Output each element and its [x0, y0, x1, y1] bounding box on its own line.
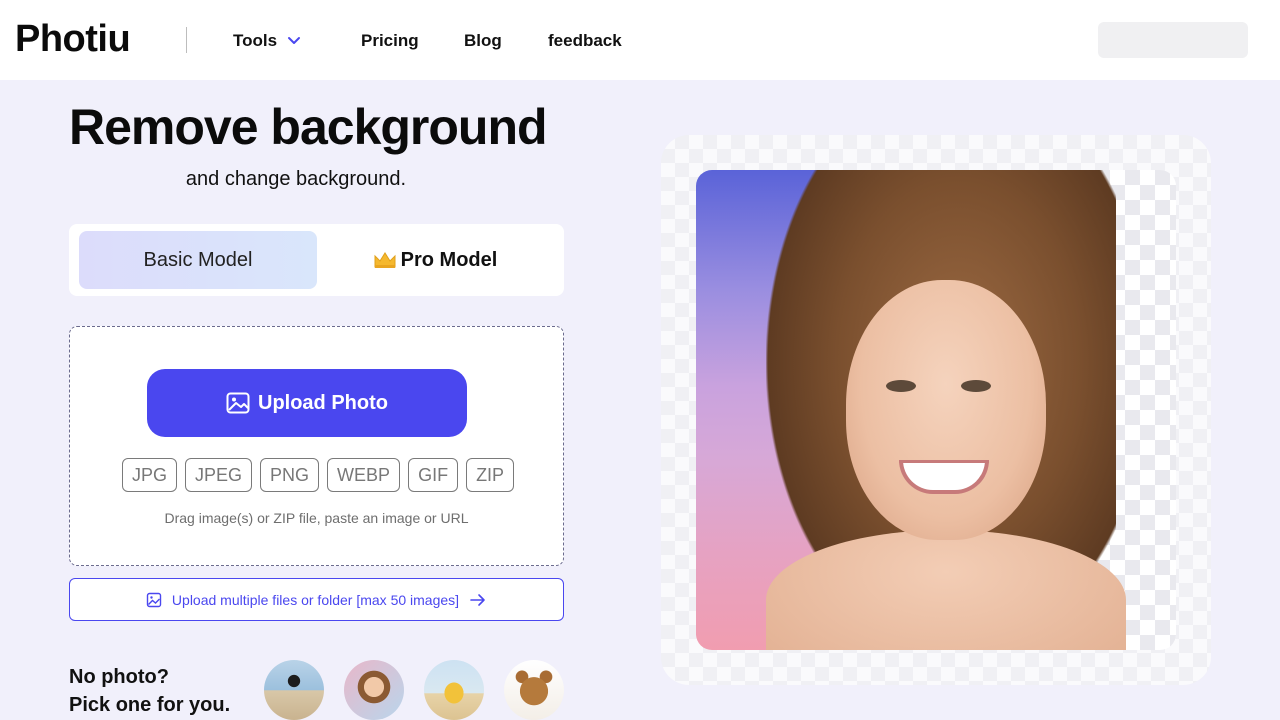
- sample-images: [264, 660, 564, 720]
- sample-image-portrait[interactable]: [344, 660, 404, 720]
- nav-feedback[interactable]: feedback: [548, 31, 622, 51]
- upload-dropzone[interactable]: Upload Photo JPG JPEG PNG WEBP GIF ZIP D…: [69, 326, 564, 566]
- format-chip: GIF: [408, 458, 459, 492]
- preview-eye: [961, 380, 991, 392]
- header-divider: [186, 27, 187, 53]
- format-list: JPG JPEG PNG WEBP GIF ZIP: [122, 458, 515, 492]
- arrow-right-icon: [470, 593, 485, 606]
- nav-blog[interactable]: Blog: [464, 31, 502, 51]
- sample-prompt: No photo? Pick one for you.: [69, 663, 230, 719]
- sample-prompt-line1: No photo?: [69, 666, 169, 688]
- basic-model-button[interactable]: Basic Model: [79, 231, 317, 289]
- sample-prompt-line2: Pick one for you.: [69, 694, 231, 716]
- upload-photo-button[interactable]: Upload Photo: [147, 369, 467, 437]
- multi-upload-label: Upload multiple files or folder [max 50 …: [171, 591, 460, 608]
- page-subtitle: and change background.: [185, 168, 407, 190]
- batch-image-icon: [146, 592, 162, 607]
- multi-upload-button[interactable]: Upload multiple files or folder [max 50 …: [69, 578, 564, 621]
- sample-image-bus[interactable]: [424, 660, 484, 720]
- chevron-down-icon: [288, 37, 301, 44]
- preview-image: [696, 170, 1176, 650]
- site-header: Photiu Tools Pricing Blog feedback: [0, 0, 1280, 80]
- preview-face: [846, 280, 1046, 540]
- model-switch: Basic Model Pro Model: [69, 224, 564, 296]
- format-chip: JPG: [122, 458, 178, 492]
- format-chip: JPEG: [185, 458, 253, 492]
- format-chip: PNG: [260, 458, 320, 492]
- account-placeholder[interactable]: [1098, 22, 1248, 58]
- logo[interactable]: Photiu: [15, 18, 131, 61]
- format-chip: WEBP: [327, 458, 401, 492]
- drag-hint: Drag image(s) or ZIP file, paste an imag…: [164, 510, 469, 526]
- image-icon: [226, 392, 250, 414]
- pro-model-button[interactable]: Pro Model: [316, 231, 554, 289]
- page-title: Remove background: [69, 99, 548, 155]
- upload-photo-label: Upload Photo: [258, 391, 388, 414]
- sample-image-teddy-bear[interactable]: [504, 660, 564, 720]
- crown-icon: [374, 252, 396, 268]
- nav-tools-label: Tools: [233, 31, 278, 50]
- sample-image-beach-woman[interactable]: [264, 660, 324, 720]
- nav-pricing[interactable]: Pricing: [361, 31, 419, 51]
- nav-tools[interactable]: Tools: [233, 31, 301, 51]
- pro-model-label: Pro Model: [400, 248, 498, 271]
- format-chip: ZIP: [466, 458, 515, 492]
- preview-eye: [886, 380, 916, 392]
